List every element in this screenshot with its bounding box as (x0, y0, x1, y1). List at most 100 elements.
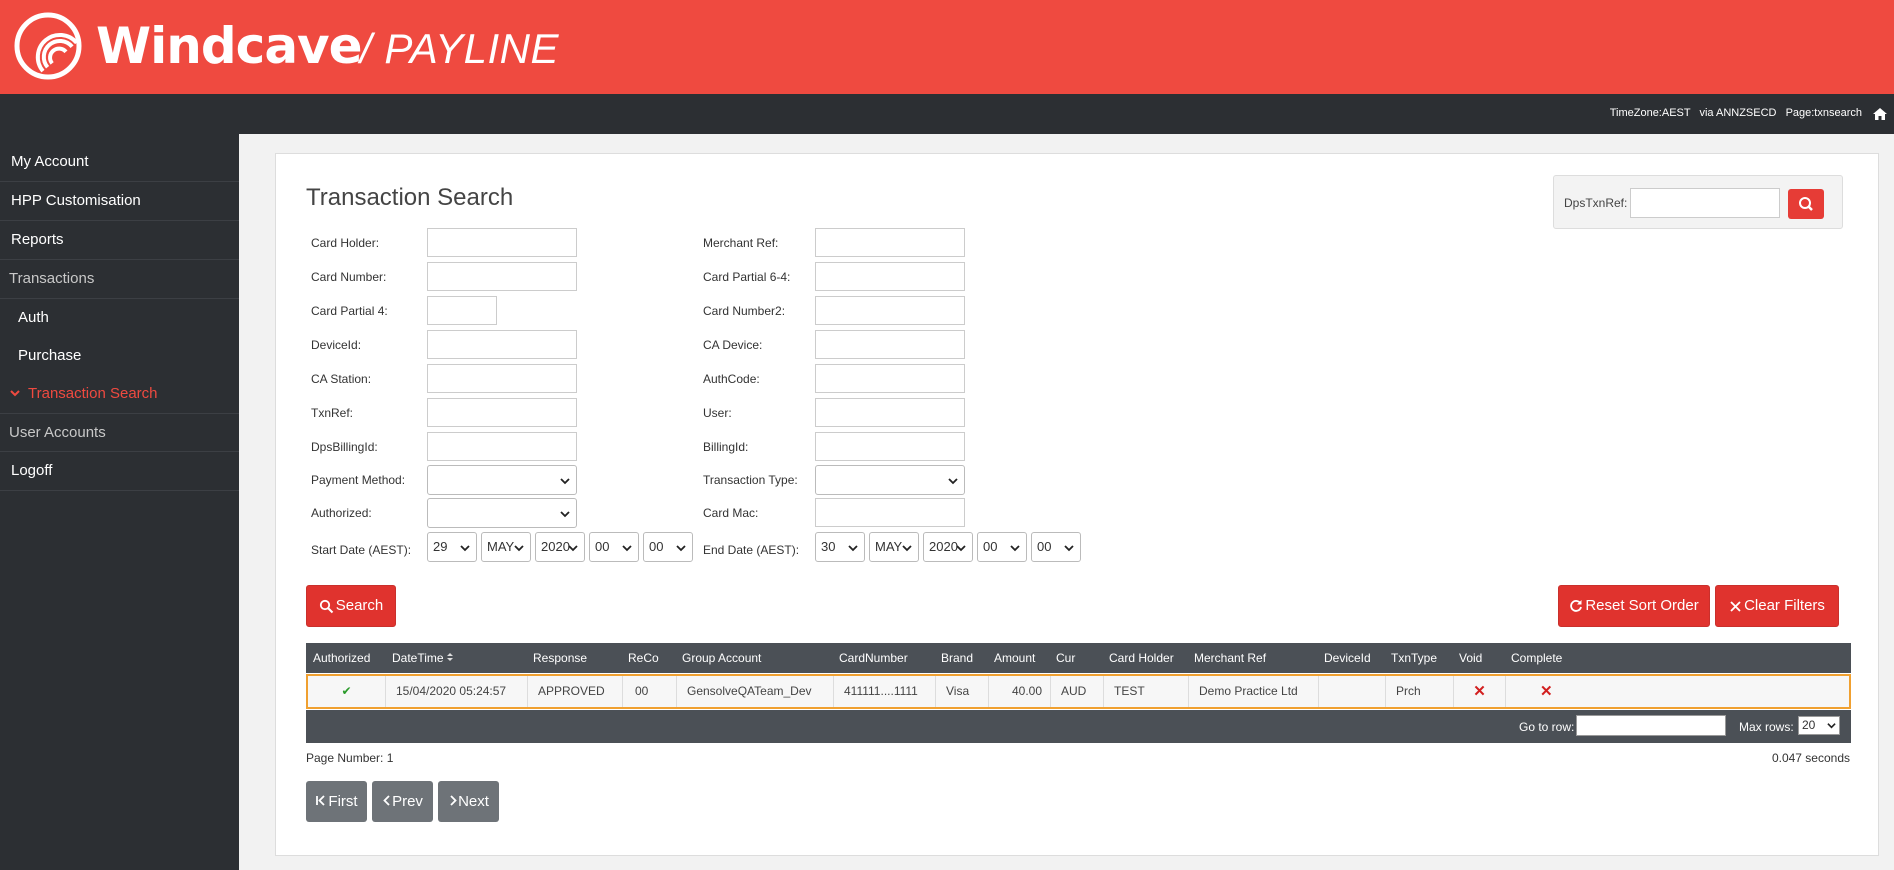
complete-icon[interactable]: ✕ (1506, 676, 1849, 707)
end-hour-select[interactable]: 00 (977, 532, 1027, 562)
sidebar-item-transaction-search[interactable]: Transaction Search (0, 375, 239, 413)
col-header-cur[interactable]: Cur (1056, 643, 1075, 673)
dps-billing-id-input[interactable] (427, 432, 577, 461)
sidebar-item-logoff[interactable]: Logoff (0, 452, 239, 491)
dps-txn-ref-input[interactable] (1630, 188, 1780, 218)
dps-search-box: DpsTxnRef: (1553, 175, 1843, 229)
card-number-input[interactable] (427, 262, 577, 291)
ca-station-label: CA Station: (311, 372, 372, 386)
first-page-label: First (328, 793, 358, 810)
end-hour-value: 00 (983, 539, 998, 554)
go-to-row-input[interactable] (1576, 715, 1726, 736)
cell-merchant-ref: Demo Practice Ltd (1189, 676, 1319, 707)
search-card: Transaction Search DpsTxnRef: Card Holde… (275, 153, 1879, 856)
device-id-input[interactable] (427, 330, 577, 359)
col-header-reco[interactable]: ReCo (628, 643, 659, 673)
col-header-txn-type[interactable]: TxnType (1391, 643, 1437, 673)
end-month-select[interactable]: MAY (869, 532, 919, 562)
page-number-text: Page Number: 1 (306, 751, 394, 765)
card-number2-label: Card Number2: (703, 304, 786, 318)
col-header-brand[interactable]: Brand (941, 643, 973, 673)
col-header-response[interactable]: Response (533, 643, 587, 673)
chevron-down-icon (622, 545, 632, 552)
start-hour-select[interactable]: 00 (589, 532, 639, 562)
end-year-value: 2020 (929, 539, 958, 554)
end-day-select[interactable]: 30 (815, 532, 865, 562)
card-partial4-input[interactable] (427, 296, 497, 325)
start-month-select[interactable]: MAY (481, 532, 531, 562)
transaction-type-select[interactable] (815, 465, 965, 495)
sidebar-item-purchase[interactable]: Purchase (0, 337, 239, 375)
max-rows-select[interactable]: 20 (1798, 716, 1840, 735)
reset-sort-order-label: Reset Sort Order (1585, 597, 1699, 614)
start-day-select[interactable]: 29 (427, 532, 477, 562)
void-icon[interactable]: ✕ (1454, 676, 1506, 707)
dps-search-button[interactable] (1788, 189, 1824, 219)
txn-ref-input[interactable] (427, 398, 577, 427)
end-year-select[interactable]: 2020 (923, 532, 973, 562)
chevron-down-icon (956, 545, 966, 552)
col-header-device-id[interactable]: DeviceId (1324, 643, 1371, 673)
col-header-complete[interactable]: Complete (1511, 643, 1562, 673)
first-page-button[interactable]: First (306, 781, 367, 822)
col-header-card-holder[interactable]: Card Holder (1109, 643, 1174, 673)
start-minute-select[interactable]: 00 (643, 532, 693, 562)
authorized-label: Authorized: (311, 506, 372, 520)
ca-device-input[interactable] (815, 330, 965, 359)
card-partial64-input[interactable] (815, 262, 965, 291)
chevron-down-icon (560, 511, 570, 518)
chevron-down-icon (514, 545, 524, 552)
end-minute-select[interactable]: 00 (1031, 532, 1081, 562)
home-icon[interactable] (1872, 106, 1888, 122)
sidebar-item-hpp-customisation[interactable]: HPP Customisation (0, 182, 239, 221)
first-page-icon (316, 795, 326, 806)
search-button[interactable]: Search (306, 585, 396, 627)
cell-reco: 00 (623, 676, 677, 707)
sidebar-item-user-accounts[interactable]: User Accounts (0, 413, 239, 452)
col-header-card-number[interactable]: CardNumber (839, 643, 908, 673)
cell-amount: 40.00 (989, 676, 1051, 707)
max-rows-value: 20 (1802, 718, 1816, 732)
start-year-select[interactable]: 2020 (535, 532, 585, 562)
clear-filters-button[interactable]: Clear Filters (1715, 585, 1839, 627)
user-input[interactable] (815, 398, 965, 427)
results-table-header: Authorized DateTime Response ReCo Group … (306, 643, 1851, 673)
reset-sort-order-button[interactable]: Reset Sort Order (1558, 585, 1710, 627)
col-header-authorized[interactable]: Authorized (313, 643, 370, 673)
chevron-down-icon (10, 390, 20, 397)
start-year-value: 2020 (541, 539, 570, 554)
payment-method-select[interactable] (427, 465, 577, 495)
next-page-button[interactable]: Next (438, 781, 499, 822)
chevron-down-icon (560, 478, 570, 485)
col-header-group-account[interactable]: Group Account (682, 643, 761, 673)
card-mac-input[interactable] (815, 498, 965, 527)
cell-cur: AUD (1051, 676, 1104, 707)
prev-page-button[interactable]: Prev (372, 781, 433, 822)
user-label: User: (703, 406, 732, 420)
auth-code-label: AuthCode: (703, 372, 760, 386)
billing-id-input[interactable] (815, 432, 965, 461)
refresh-icon (1570, 600, 1583, 612)
merchant-ref-input[interactable] (815, 228, 965, 257)
ca-station-input[interactable] (427, 364, 577, 393)
auth-code-input[interactable] (815, 364, 965, 393)
brand-name: Windcave (96, 17, 363, 75)
card-number2-input[interactable] (815, 296, 965, 325)
card-number-label: Card Number: (311, 270, 387, 284)
col-header-void[interactable]: Void (1459, 643, 1482, 673)
sidebar-item-my-account[interactable]: My Account (0, 143, 239, 182)
sidebar-item-transactions[interactable]: Transactions (0, 260, 239, 299)
col-header-merchant-ref[interactable]: Merchant Ref (1194, 643, 1266, 673)
col-header-datetime-label: DateTime (392, 651, 444, 665)
authorized-select[interactable] (427, 498, 577, 528)
close-icon (1730, 600, 1741, 612)
go-to-row-label: Go to row: (1519, 720, 1575, 734)
status-info: TimeZone:AEST via ANNZSECD Page:txnsearc… (1604, 107, 1862, 119)
col-header-datetime[interactable]: DateTime (392, 643, 454, 673)
sidebar-item-auth[interactable]: Auth (0, 299, 239, 337)
col-header-amount[interactable]: Amount (994, 643, 1035, 673)
card-holder-input[interactable] (427, 228, 577, 257)
search-icon (1799, 197, 1813, 211)
table-row[interactable]: ✔ 15/04/2020 05:24:57 APPROVED 00 Gensol… (306, 674, 1851, 709)
sidebar-item-reports[interactable]: Reports (0, 221, 239, 260)
